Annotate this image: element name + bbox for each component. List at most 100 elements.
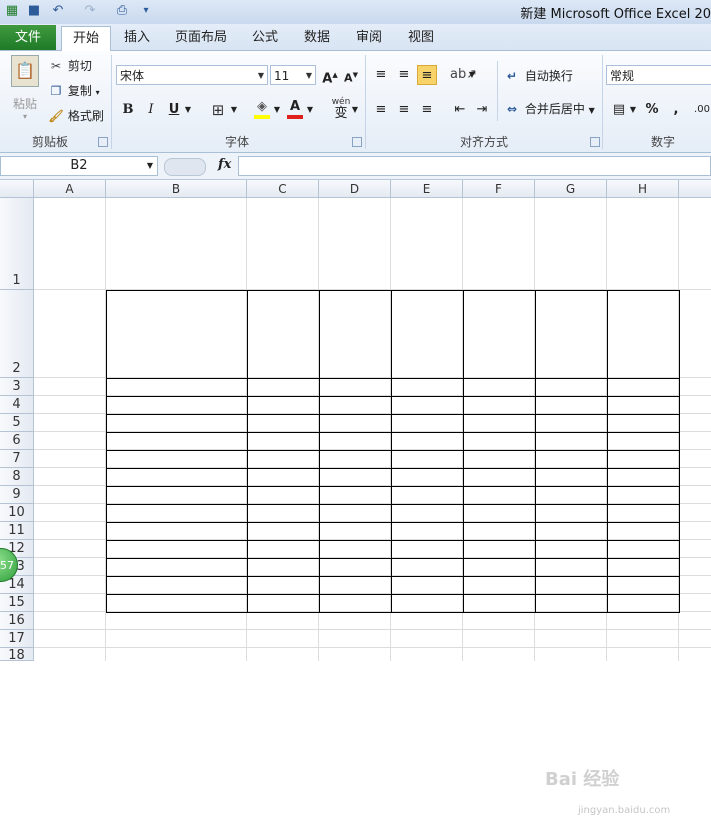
formula-bar-splitter[interactable]: [164, 158, 206, 176]
ribbon-tabs: 文件 开始 插入 页面布局 公式 数据 审阅 视图: [0, 24, 711, 52]
excel-app-icon[interactable]: ▦: [4, 3, 20, 19]
row-header-7[interactable]: 7: [0, 450, 34, 468]
column-header-next[interactable]: [679, 180, 711, 198]
row-header-16[interactable]: 16: [0, 612, 34, 630]
tab-view[interactable]: 视图: [400, 26, 442, 50]
row-header-10[interactable]: 10: [0, 504, 34, 522]
font-launcher-icon[interactable]: [352, 137, 362, 147]
select-all-corner[interactable]: [0, 180, 34, 198]
table-border: [106, 450, 680, 451]
accounting-format-icon[interactable]: ▤: [609, 100, 629, 120]
font-color-button[interactable]: A: [285, 97, 305, 119]
font-name-select[interactable]: 宋体 ▼: [116, 65, 268, 85]
decrease-indent-icon[interactable]: ⇤: [450, 100, 470, 120]
row-header-11[interactable]: 11: [0, 522, 34, 540]
table-border: [106, 468, 680, 469]
align-right-icon[interactable]: ≡: [417, 100, 437, 120]
align-top-icon[interactable]: ≡: [371, 65, 391, 85]
comma-style-button[interactable]: ,: [666, 100, 686, 120]
percent-button[interactable]: %: [642, 100, 662, 120]
column-header-g[interactable]: G: [535, 180, 607, 198]
tab-data[interactable]: 数据: [296, 26, 338, 50]
underline-button[interactable]: U: [164, 100, 184, 120]
chevron-down-icon: ▼: [257, 71, 264, 80]
print-preview-icon[interactable]: ⎙: [114, 3, 130, 19]
chevron-down-icon[interactable]: ▼: [272, 100, 282, 120]
title-bar: ▦ ■ ↶ ↷ ⎙ ▾ 新建 Microsoft Office Excel 20: [0, 0, 711, 24]
chevron-down-icon: ▾: [95, 88, 100, 97]
save-icon[interactable]: ■: [26, 3, 42, 19]
clipboard-launcher-icon[interactable]: [98, 137, 108, 147]
tab-home[interactable]: 开始: [61, 26, 111, 52]
tab-formulas[interactable]: 公式: [244, 26, 286, 50]
chevron-down-icon[interactable]: ▼: [229, 100, 239, 120]
tab-insert[interactable]: 插入: [116, 26, 158, 50]
tab-page-layout[interactable]: 页面布局: [170, 26, 232, 50]
row-header-2[interactable]: 2: [0, 290, 34, 378]
chevron-down-icon[interactable]: ▼: [467, 65, 477, 85]
column-header-e[interactable]: E: [391, 180, 463, 198]
column-header-a[interactable]: A: [34, 180, 106, 198]
tab-review[interactable]: 审阅: [348, 26, 390, 50]
increase-decimal-icon[interactable]: .00: [692, 100, 711, 120]
align-middle-icon[interactable]: ≡: [394, 65, 414, 85]
chevron-down-icon[interactable]: ▼: [628, 100, 638, 120]
undo-icon[interactable]: ↶: [50, 3, 66, 19]
merge-center-button[interactable]: ⇔ 合并后居中 ▼: [503, 100, 595, 117]
align-left-icon[interactable]: ≡: [371, 100, 391, 120]
font-color-swatch: [287, 115, 303, 119]
format-painter-button[interactable]: 🖌 格式刷: [48, 107, 103, 124]
tab-file[interactable]: 文件: [0, 25, 56, 50]
paste-button[interactable]: 📋 粘贴 ▾: [8, 55, 42, 127]
number-format-value: 常规: [610, 69, 635, 83]
row-header-17[interactable]: 17: [0, 630, 34, 648]
shrink-font-button[interactable]: A▼: [341, 65, 361, 85]
row-header-15[interactable]: 15: [0, 594, 34, 612]
row-header-3[interactable]: 3: [0, 378, 34, 396]
gridline: [34, 629, 711, 630]
number-format-select[interactable]: 常规: [606, 65, 711, 85]
font-size-value: 11: [274, 69, 290, 83]
grow-font-icon: A: [322, 71, 333, 87]
row-header-8[interactable]: 8: [0, 468, 34, 486]
customize-qat-icon[interactable]: ▾: [138, 3, 154, 19]
name-box[interactable]: B2 ▼: [0, 156, 158, 176]
cut-button[interactable]: ✂ 剪切: [48, 57, 92, 74]
column-header-b[interactable]: B: [106, 180, 247, 198]
redo-icon[interactable]: ↷: [82, 3, 98, 19]
paint-bucket-icon: ◈: [257, 99, 267, 114]
copy-button[interactable]: ❐ 复制 ▾: [48, 82, 100, 99]
row-header-6[interactable]: 6: [0, 432, 34, 450]
chevron-down-icon: ▼: [305, 71, 312, 80]
bold-button[interactable]: B: [118, 100, 138, 120]
font-size-select[interactable]: 11 ▼: [270, 65, 316, 85]
row-header-1[interactable]: 1: [0, 198, 34, 290]
wrap-text-button[interactable]: ↵ 自动换行: [503, 67, 573, 84]
row-header-18[interactable]: 18: [0, 648, 34, 663]
increase-indent-icon[interactable]: ⇥: [472, 100, 492, 120]
chevron-down-icon[interactable]: ▼: [350, 100, 360, 120]
fill-color-swatch: [254, 115, 270, 119]
column-header-d[interactable]: D: [319, 180, 391, 198]
merge-center-label: 合并后居中: [524, 102, 585, 116]
column-header-c[interactable]: C: [247, 180, 319, 198]
italic-button[interactable]: I: [141, 100, 161, 120]
row-header-9[interactable]: 9: [0, 486, 34, 504]
formula-input[interactable]: [238, 156, 711, 176]
chevron-down-icon[interactable]: ▼: [183, 100, 193, 120]
alignment-launcher-icon[interactable]: [590, 137, 600, 147]
borders-icon[interactable]: ⊞: [208, 100, 228, 120]
row-header-4[interactable]: 4: [0, 396, 34, 414]
worksheet-grid[interactable]: A B C D E F G H 123456789101112131415161…: [0, 180, 711, 816]
chevron-down-icon[interactable]: ▼: [305, 100, 315, 120]
table-border: [106, 396, 680, 397]
fill-color-button[interactable]: ◈: [252, 97, 272, 119]
row-header-5[interactable]: 5: [0, 414, 34, 432]
column-header-h[interactable]: H: [607, 180, 679, 198]
gridline: [34, 647, 711, 648]
align-bottom-icon[interactable]: ≡: [417, 65, 437, 85]
column-header-f[interactable]: F: [463, 180, 535, 198]
align-center-icon[interactable]: ≡: [394, 100, 414, 120]
grow-font-button[interactable]: A▲: [320, 65, 340, 87]
insert-function-icon[interactable]: fx: [218, 157, 231, 172]
